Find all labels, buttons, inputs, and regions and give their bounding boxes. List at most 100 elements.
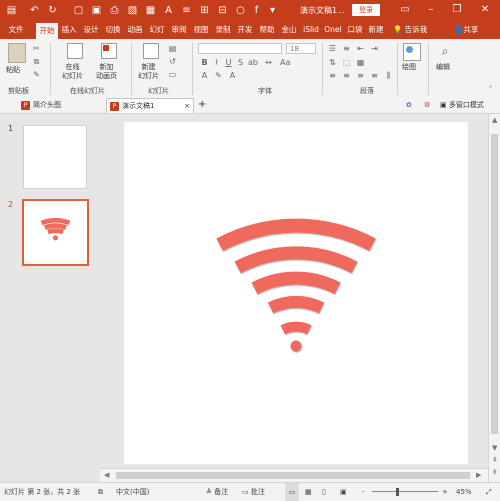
login-button[interactable]: 登录	[352, 4, 380, 16]
zoom-slider-track[interactable]	[372, 491, 438, 492]
table2-icon[interactable]: ⊟	[216, 4, 229, 17]
section-icon[interactable]: ▭	[168, 70, 177, 79]
clear-format-icon[interactable]: A	[228, 71, 237, 80]
paste-button[interactable]: 粘贴	[6, 66, 20, 75]
tab-help[interactable]: 帮助	[257, 21, 277, 39]
save-icon[interactable]: ▤	[5, 4, 18, 17]
preview-icon[interactable]: ▧	[126, 4, 139, 17]
collapse-ribbon-icon[interactable]: ˄	[486, 85, 495, 94]
layout-icon[interactable]: ▤	[168, 44, 177, 53]
font-color-icon[interactable]: A	[200, 71, 209, 80]
scroll-down-icon[interactable]: ▼	[492, 444, 497, 452]
highlight-icon[interactable]: ✎	[214, 71, 223, 80]
wifi-icon[interactable]	[124, 122, 468, 464]
tell-me-button[interactable]: 💡 告诉我	[393, 21, 427, 39]
align-left-icon[interactable]: ≡	[328, 71, 337, 80]
tab-animations[interactable]: 动画	[125, 21, 145, 39]
align-center-icon[interactable]: ≡	[342, 71, 351, 80]
tab-pocket[interactable]: 口袋	[345, 21, 365, 39]
tab-jinshan[interactable]: 金山	[279, 21, 299, 39]
align-right-icon[interactable]: ≡	[356, 71, 365, 80]
cut-icon[interactable]: ✂	[32, 44, 41, 53]
change-case-icon[interactable]: Aa	[280, 58, 290, 67]
paste-icon[interactable]	[8, 43, 26, 63]
scroll-up-icon[interactable]: ▲	[492, 116, 497, 124]
new-slide-icon[interactable]	[143, 43, 159, 59]
increase-indent-icon[interactable]: ⇥	[370, 44, 379, 53]
gear-icon[interactable]: ⚙	[424, 98, 430, 112]
horizontal-scrollbar[interactable]: ◀ ▶	[100, 468, 488, 483]
tab-insert[interactable]: 插入	[59, 21, 79, 39]
doc-tab-presentation[interactable]: P 演示文稿1 ×	[106, 98, 194, 113]
table-icon[interactable]: ⊞	[198, 4, 211, 17]
italic-icon[interactable]: I	[212, 58, 221, 67]
add-tab-button[interactable]: +	[198, 98, 206, 112]
zoom-level[interactable]: 45%	[456, 483, 472, 501]
tab-design[interactable]: 设计	[81, 21, 101, 39]
tab-file[interactable]: 文件	[4, 21, 28, 39]
font-name-combo[interactable]	[198, 43, 282, 54]
slide-sorter-icon[interactable]: ▦	[305, 483, 312, 501]
drawing-button[interactable]: 绘图	[402, 63, 416, 72]
bold-icon[interactable]: B	[200, 58, 209, 67]
char-spacing-icon[interactable]: ↔	[264, 58, 273, 67]
justify-icon[interactable]: ≡	[370, 71, 379, 80]
restore-icon[interactable]: ❐	[450, 3, 464, 17]
slide-thumbnail-1[interactable]	[23, 125, 87, 189]
next-slide-icon[interactable]: ⇟	[492, 468, 498, 476]
reset-icon[interactable]: ↺	[168, 57, 177, 66]
bullets-icon[interactable]: ☰	[328, 44, 337, 53]
copy-icon[interactable]: ⧉	[32, 57, 41, 66]
tab-onekey[interactable]: OneI	[323, 21, 343, 39]
prev-slide-icon[interactable]: ⇞	[492, 456, 498, 464]
tab-home[interactable]: 开始	[36, 23, 58, 39]
new-animation-page-button[interactable]: 新加 动画页	[96, 63, 117, 81]
editing-button[interactable]: 编辑	[436, 63, 450, 72]
font-size-combo[interactable]: 18	[286, 43, 316, 54]
multi-window-button[interactable]: ▣ 多窗口模式	[440, 98, 484, 112]
vertical-scrollbar[interactable]: ▲ ▼ ⇞ ⇟	[488, 114, 500, 482]
zoom-out-button[interactable]: -	[362, 483, 365, 501]
open-icon[interactable]: ▣	[90, 4, 103, 17]
find-icon[interactable]: ⌕	[437, 43, 453, 59]
scroll-thumb[interactable]	[116, 472, 470, 479]
reading-view-icon[interactable]: ▯	[322, 483, 326, 501]
scroll-thumb[interactable]	[491, 134, 498, 434]
slide-thumbnail-2[interactable]	[22, 199, 89, 266]
accessibility-icon[interactable]: ⧉	[98, 483, 103, 501]
redo-icon[interactable]: ↻	[46, 4, 59, 17]
settings-icon[interactable]: ✿	[406, 98, 412, 112]
strikethrough-icon[interactable]: ab	[248, 58, 258, 67]
online-slides-button[interactable]: 在线 幻灯片	[62, 63, 83, 81]
shapes-icon[interactable]	[403, 43, 421, 61]
online-slides-icon[interactable]	[67, 43, 83, 59]
close-icon[interactable]: ✕	[478, 3, 492, 17]
notes-button[interactable]: ≜ 备注	[206, 483, 228, 501]
scroll-left-icon[interactable]: ◀	[104, 471, 109, 479]
comments-button[interactable]: ▭ 批注	[242, 483, 265, 501]
tab-developer[interactable]: 开发	[235, 21, 255, 39]
normal-view-icon[interactable]: ▭	[285, 483, 299, 501]
language-indicator[interactable]: 中文(中国)	[116, 483, 149, 501]
tab-transitions[interactable]: 切换	[103, 21, 123, 39]
columns-icon[interactable]: ⫼	[384, 71, 393, 80]
zoom-slider-thumb[interactable]	[396, 488, 399, 496]
ribbon-options-icon[interactable]: ▭	[398, 3, 412, 17]
tab-islide[interactable]: iSlid	[301, 21, 321, 39]
slideshow-icon[interactable]: ▣	[340, 483, 347, 501]
new-animation-page-icon[interactable]	[101, 43, 117, 59]
slide-canvas[interactable]	[124, 122, 468, 464]
shadow-icon[interactable]: S	[236, 58, 245, 67]
doc-tab-intro[interactable]: P 简介头图	[18, 98, 98, 112]
tab-record[interactable]: 录制	[213, 21, 233, 39]
print-icon[interactable]: ⎙	[108, 4, 121, 17]
undo-icon[interactable]: ↶	[28, 4, 41, 17]
tab-view[interactable]: 视图	[191, 21, 211, 39]
numbering-icon[interactable]: ≡	[342, 44, 351, 53]
new-slide-button[interactable]: 新建 幻灯片	[138, 63, 159, 81]
underline-icon[interactable]: U	[224, 58, 233, 67]
align-text-icon[interactable]: ⬚	[342, 58, 351, 67]
fx-icon[interactable]: f	[250, 4, 263, 17]
grid-icon[interactable]: ▦	[144, 4, 157, 17]
share-button[interactable]: 👤共享	[454, 21, 478, 39]
